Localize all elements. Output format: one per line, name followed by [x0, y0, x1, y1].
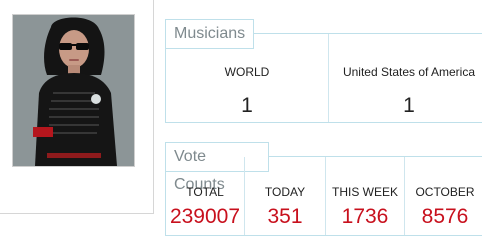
- total-label: TOTAL: [186, 185, 224, 199]
- country-rank: 1: [403, 94, 415, 117]
- vote-counts-title: Vote Counts: [165, 142, 269, 193]
- this-week-label: THIS WEEK: [331, 185, 398, 199]
- musicians-panel: Musicians WORLD 1 United States of Ameri…: [165, 19, 482, 123]
- today-votes: 351: [267, 205, 303, 228]
- october-votes: 8576: [421, 205, 469, 228]
- october-label: OCTOBER: [415, 185, 475, 199]
- country-label: United States of America: [342, 65, 476, 79]
- world-rank: 1: [241, 94, 253, 117]
- vote-counts-panel: Vote Counts TOTAL 239007 TODAY 351 THIS …: [165, 142, 482, 236]
- musicians-title: Musicians: [165, 19, 254, 49]
- total-votes: 239007: [169, 205, 241, 228]
- artist-photo: [12, 14, 135, 167]
- this-week-votes: 1736: [341, 205, 389, 228]
- today-label: TODAY: [264, 185, 306, 199]
- artist-photo-panel: [0, 0, 154, 214]
- world-label: WORLD: [224, 65, 270, 79]
